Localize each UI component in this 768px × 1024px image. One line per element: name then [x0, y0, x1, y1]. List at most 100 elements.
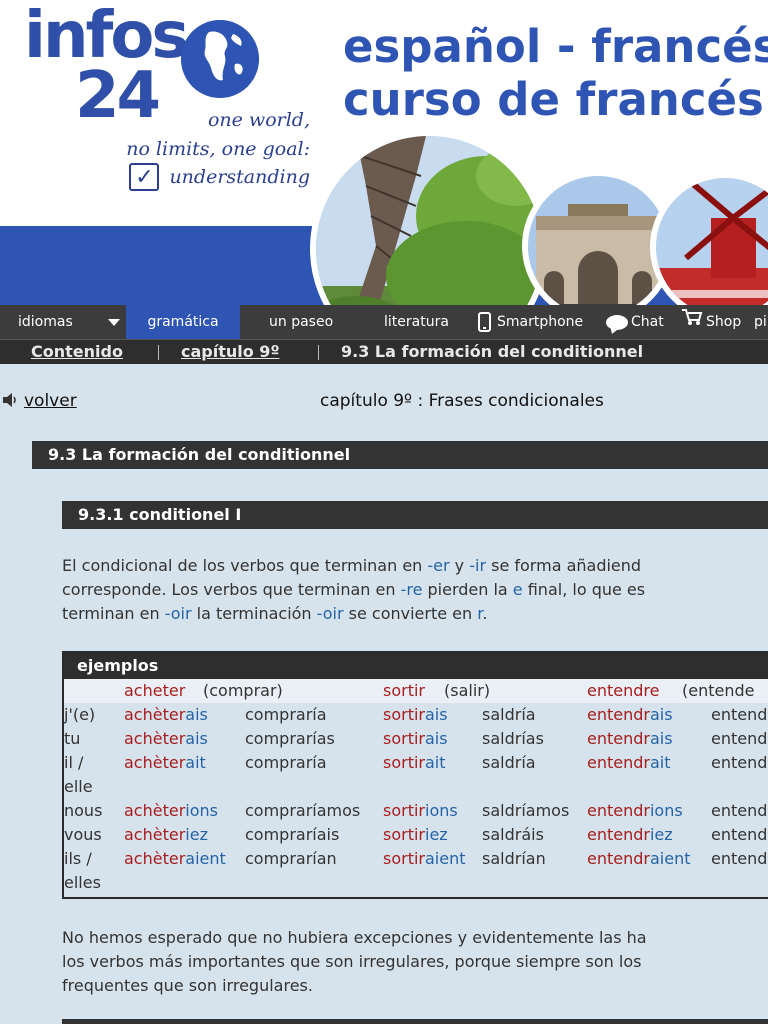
nav-item-label: un paseo — [269, 314, 334, 330]
caret-down-icon[interactable] — [108, 305, 120, 339]
exceptions-line-3: frequentes que son irregulares. — [62, 976, 313, 995]
back-link[interactable]: volver — [2, 391, 77, 411]
next-section-bar — [62, 1019, 768, 1024]
pronoun: tu — [64, 729, 81, 748]
verb-stem: achèter — [124, 801, 186, 820]
verb-stem: achèter — [124, 825, 186, 844]
intro-line-1: El condicional de los verbos que termina… — [62, 554, 768, 578]
verb-ending: aient — [425, 849, 466, 868]
chapter-title: capítulo 9º : Frases condicionales — [320, 391, 604, 411]
verb-form: entendriez — [587, 823, 673, 847]
verb-form: achèterions — [124, 799, 218, 823]
back-link-label[interactable]: volver — [24, 391, 77, 411]
tagline-line-1: one world, — [207, 109, 310, 131]
verb-translation: entend — [711, 753, 768, 772]
conjugation-row: vous achèteriez compraríais sortiriez saldrá… — [64, 823, 768, 847]
verb-ending: ais — [425, 729, 448, 748]
nav-item-label: literatura — [384, 314, 449, 330]
verb-form: achèteraient — [124, 847, 226, 871]
verb-translation: comprarían — [245, 849, 337, 868]
pronoun: vous — [64, 825, 102, 844]
pronoun: elle — [64, 777, 93, 796]
verb-stem: sortir — [383, 801, 425, 820]
text: terminan en — [62, 604, 165, 623]
nav-item-label: Shop — [706, 314, 742, 330]
verb-infinitive: entendre — [587, 681, 660, 700]
nav-item-label: Smartphone — [497, 314, 584, 330]
breadcrumb-chapter[interactable]: capítulo 9º — [181, 340, 279, 365]
verb-translation: entend — [711, 729, 768, 748]
verb-ending: iez — [425, 825, 448, 844]
verb-translation: (comprar) — [203, 681, 283, 700]
verb-form: achèterais — [124, 703, 208, 727]
conjugation-row: tu achèterais comprarías sortirais saldrías e… — [64, 727, 768, 751]
verb-ending: ais — [185, 729, 208, 748]
checkbox-icon: ✓ — [129, 163, 160, 192]
smartphone-icon — [478, 312, 491, 332]
logo-tagline: one world, no limits, one goal: ✓ unders… — [100, 106, 310, 192]
verb-infinitive: sortir — [383, 681, 425, 700]
verb-stem: sortir — [383, 729, 425, 748]
examples-table: ejemplos acheter (comprar) sortir (salir… — [62, 651, 768, 899]
verb-stem: achèter — [124, 849, 186, 868]
eiffel-tower-photo — [310, 130, 548, 305]
site-header: infos 24 one world, no limits, one goal:… — [0, 0, 768, 305]
verb-translation: compraría — [245, 705, 327, 724]
verb-stem: sortir — [383, 825, 425, 844]
verb-stem: entendr — [587, 753, 650, 772]
intro-line-3: terminan en -oir la terminación -oir se … — [62, 602, 768, 626]
verb-translation: (entende — [682, 681, 755, 700]
verb-ending: ait — [649, 753, 671, 772]
text: se convierte en — [343, 604, 478, 623]
moulin-rouge-photo — [650, 172, 768, 305]
exceptions-line-2: los verbos más importantes que son irreg… — [62, 952, 642, 971]
ending-er: -er — [427, 556, 450, 575]
verb-translation: saldría — [482, 753, 536, 772]
nav-item-idiomas[interactable]: idiomas — [18, 305, 73, 339]
tagline-line-2: no limits, one goal: — [126, 137, 310, 160]
verb-translation: entend — [711, 801, 768, 820]
chat-bubble-icon — [606, 314, 628, 330]
nav-item-chat[interactable]: Chat — [606, 305, 664, 339]
conjugation-row: elles — [64, 871, 768, 895]
nav-item-smartphone[interactable]: Smartphone — [478, 305, 583, 339]
examples-title: ejemplos — [64, 653, 768, 679]
verb-ending: ais — [425, 705, 448, 724]
breadcrumb-separator — [158, 345, 159, 360]
verb-stem: entendr — [587, 729, 650, 748]
nav-item-pi[interactable]: pi — [754, 305, 767, 339]
verb-stem: sortir — [383, 705, 425, 724]
verb-ending: ais — [185, 705, 208, 724]
nav-item-label: Chat — [631, 314, 664, 330]
tagline-line-3-row: ✓ understanding — [100, 163, 310, 192]
verb-stem: entendr — [587, 801, 650, 820]
verb-form: entendrions — [587, 799, 683, 823]
verb-form: entendrais — [587, 703, 673, 727]
verb-stem: entendr — [587, 849, 650, 868]
text: pierden la — [422, 580, 513, 599]
pronoun: ils / — [64, 849, 92, 868]
nav-item-shop[interactable]: Shop — [681, 305, 741, 339]
verb-form: sortiraient — [383, 847, 466, 871]
intro-line-2: corresponde. Los verbos que terminan en … — [62, 578, 768, 602]
conjugation-row: nous achèterions compraríamos sortirions sal… — [64, 799, 768, 823]
globe-icon — [181, 20, 259, 98]
nav-item-literatura[interactable]: literatura — [384, 305, 449, 339]
nav-item-un-paseo[interactable]: un paseo — [269, 305, 333, 339]
nav-item-gramatica[interactable]: gramática — [126, 305, 240, 339]
verb-form: entendrait — [587, 751, 671, 775]
verb-ending: aient — [185, 849, 226, 868]
nav-item-label: pi — [754, 314, 767, 330]
verb-ending: iez — [185, 825, 208, 844]
conjugation-row: elle — [64, 775, 768, 799]
verb-form: entendrais — [587, 727, 673, 751]
nav-item-label: idiomas — [18, 314, 73, 330]
ending-oir: -oir — [316, 604, 344, 623]
text: El condicional de los verbos que termina… — [62, 556, 428, 575]
letter-e: e — [512, 580, 523, 599]
verb-form: entendraient — [587, 847, 691, 871]
verb-ending: ait — [425, 753, 446, 772]
verb-form: achèterait — [124, 751, 206, 775]
breadcrumb-contenido[interactable]: Contenido — [31, 340, 123, 365]
conjugation-row: il / achèterait compraría sortirait saldría e… — [64, 751, 768, 775]
